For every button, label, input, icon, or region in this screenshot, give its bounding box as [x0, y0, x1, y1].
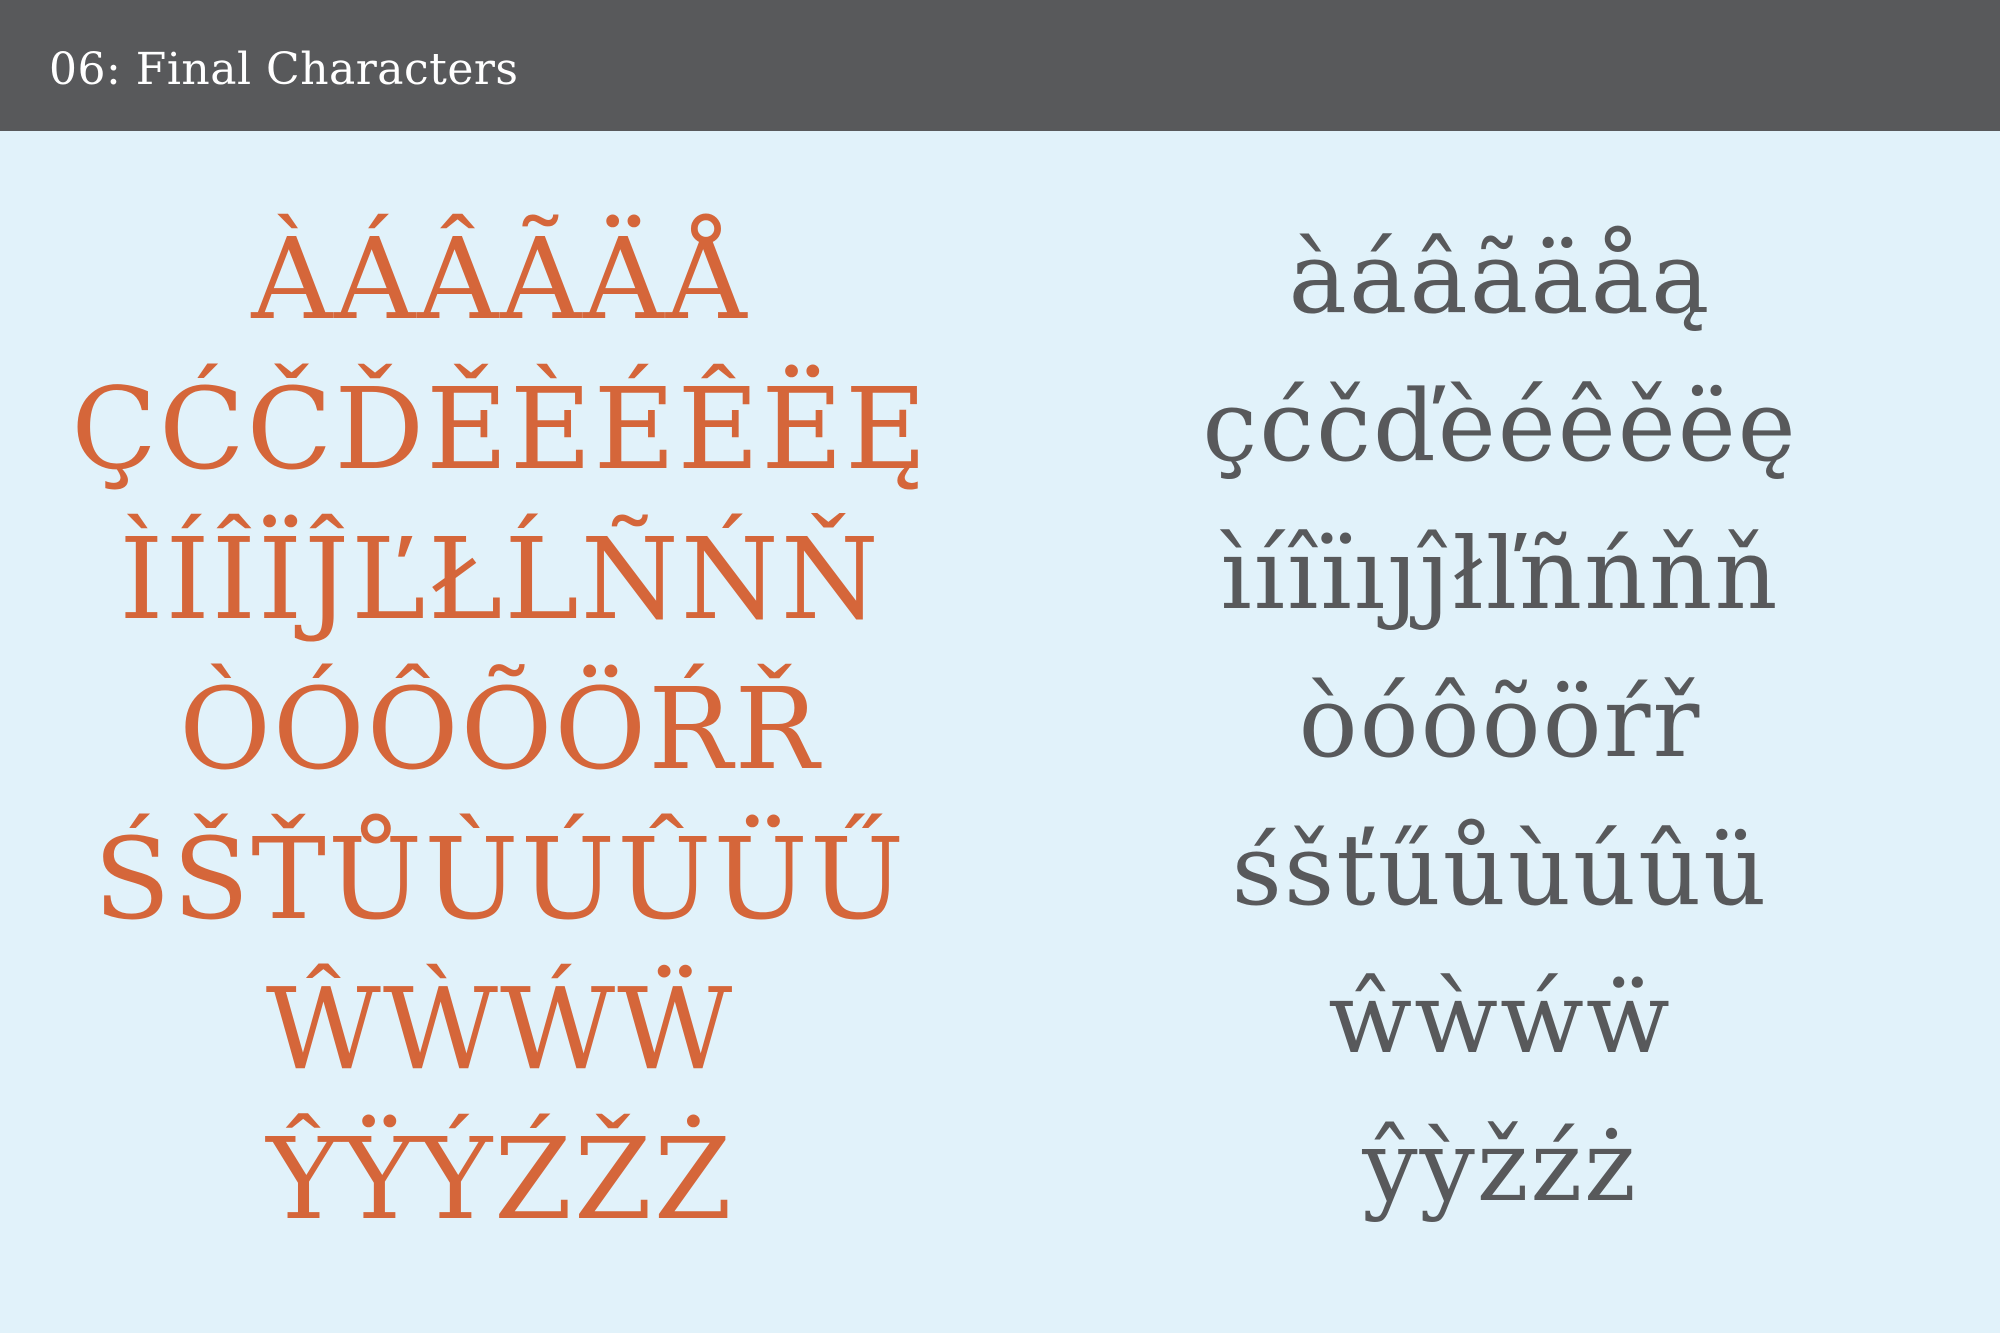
uppercase-row-y-z: ŶŸÝŹŽŻ: [266, 1115, 734, 1245]
uppercase-glyph-panel: ÀÁÂÃÄÅ ÇĆČĎĚÈÉÊËĘ ÌÍÎÏĴĽŁĹÑŃŇ ÒÓÔÕÖŔŘ ŚŠ…: [20, 205, 980, 1255]
lowercase-glyph-panel: àáâãäåą çćčďèéêěëę ìíîïıȷĵłľñńňň òóôõöŕř…: [1040, 205, 1960, 1241]
lowercase-row-i-n: ìíîïıȷĵłľñńňň: [1220, 518, 1780, 632]
page-title: 06: Final Characters: [49, 44, 519, 95]
uppercase-row-w: ŴẀẂẄ: [265, 965, 735, 1095]
lowercase-row-c-e: çćčďèéêěëę: [1202, 370, 1798, 484]
lowercase-row-a: àáâãäåą: [1288, 222, 1712, 336]
uppercase-row-o-r: ÒÓÔÕÖŔŘ: [179, 665, 821, 795]
lowercase-row-y-z: ŷỳžźż: [1362, 1110, 1638, 1224]
header-bar: 06: Final Characters: [0, 0, 2000, 131]
uppercase-row-c-e: ÇĆČĎĚÈÉÊËĘ: [71, 365, 929, 495]
lowercase-row-s-u: śšťűůùúûü: [1231, 814, 1769, 928]
uppercase-row-s-u: ŚŠŤŮÙÚÛÜŰ: [93, 815, 907, 945]
lowercase-row-w: ŵẁẃẅ: [1328, 962, 1672, 1076]
uppercase-row-i-n: ÌÍÎÏĴĽŁĹÑŃŇ: [119, 515, 881, 645]
lowercase-row-o-r: òóôõöŕř: [1298, 666, 1702, 780]
uppercase-row-a: ÀÁÂÃÄÅ: [251, 215, 749, 345]
